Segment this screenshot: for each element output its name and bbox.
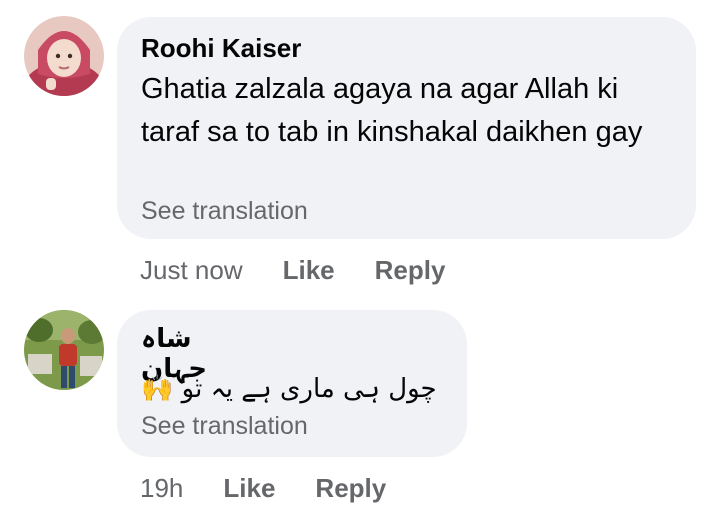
- comment-text: Ghatia zalzala agaya na agar Allah ki ta…: [141, 73, 643, 148]
- author-name[interactable]: Roohi Kaiser: [141, 33, 301, 64]
- comment-actions: 19h Like Reply: [140, 473, 386, 504]
- comment-item: شاہ جہان چول ہی ماری ہے یہ تو 🙌 See tran…: [0, 300, 720, 512]
- man-outdoor-avatar-icon: [24, 310, 104, 390]
- comment-bubble: Roohi Kaiser Ghatia zalzala agaya na aga…: [117, 17, 696, 239]
- child-avatar-icon: [24, 16, 104, 96]
- timestamp[interactable]: 19h: [140, 473, 183, 504]
- timestamp[interactable]: Just now: [140, 255, 243, 286]
- see-translation-link[interactable]: See translation: [141, 412, 308, 441]
- avatar[interactable]: [24, 310, 104, 390]
- comment-actions: Just now Like Reply: [140, 255, 445, 286]
- comment-item: Roohi Kaiser Ghatia zalzala agaya na aga…: [0, 0, 720, 300]
- like-button[interactable]: Like: [223, 473, 275, 504]
- like-button[interactable]: Like: [283, 255, 335, 286]
- reply-button[interactable]: Reply: [315, 473, 386, 504]
- avatar[interactable]: [24, 16, 104, 96]
- comment-bubble: شاہ جہان چول ہی ماری ہے یہ تو 🙌 See tran…: [117, 310, 467, 457]
- see-translation-link[interactable]: See translation: [141, 197, 308, 226]
- reply-button[interactable]: Reply: [375, 255, 446, 286]
- comment-text: چول ہی ماری ہے یہ تو 🙌: [141, 374, 437, 404]
